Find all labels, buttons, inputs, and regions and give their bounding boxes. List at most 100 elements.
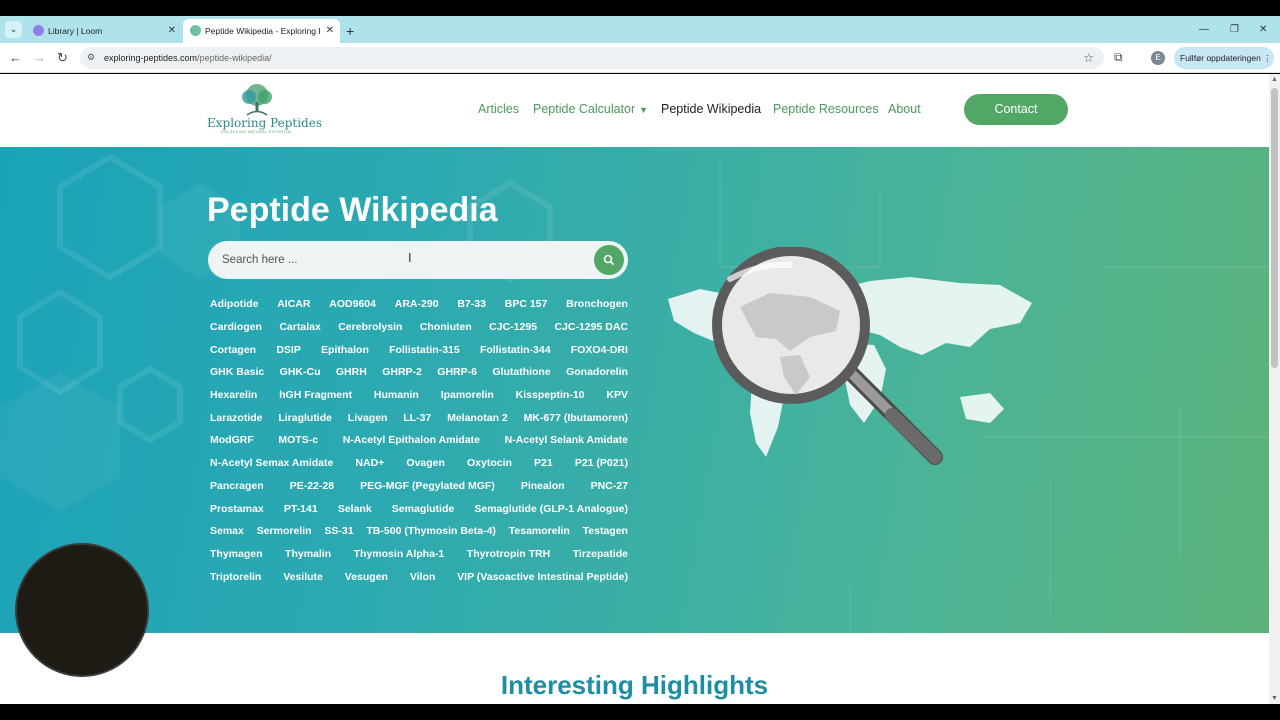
nav-articles[interactable]: Articles: [478, 100, 519, 118]
peptide-tag-link[interactable]: Ovagen: [403, 457, 448, 469]
nav-peptide-resources[interactable]: Peptide Resources: [773, 100, 879, 118]
peptide-tag-link[interactable]: KPV: [603, 389, 631, 401]
peptide-tag-link[interactable]: GHRP-2: [379, 366, 425, 378]
close-window-icon[interactable]: ✕: [1259, 19, 1267, 41]
peptide-tag-link[interactable]: Cerebrolysin: [335, 321, 405, 333]
peptide-tag-link[interactable]: MOTS-c: [275, 434, 321, 446]
nav-peptide-calculator[interactable]: Peptide Calculator ▼: [533, 100, 648, 119]
peptide-tag-link[interactable]: Cortagen: [207, 344, 259, 356]
peptide-tag-link[interactable]: Liraglutide: [275, 412, 335, 424]
peptide-tag-link[interactable]: Ipamorelin: [438, 389, 497, 401]
peptide-tag-link[interactable]: Tirzepatide: [570, 548, 631, 560]
peptide-tag-link[interactable]: Epithalon: [318, 344, 372, 356]
scroll-thumb[interactable]: [1271, 88, 1278, 368]
tab-loom[interactable]: Library | Loom ✕: [26, 19, 182, 43]
peptide-tag-link[interactable]: GHRP-6: [434, 366, 480, 378]
update-button[interactable]: Fullfør oppdateringen ⋮: [1174, 47, 1274, 69]
peptide-tag-link[interactable]: NAD+: [352, 457, 387, 469]
peptide-tag-link[interactable]: Melanotan 2: [444, 412, 511, 424]
peptide-tag-link[interactable]: Tesamorelin: [506, 525, 573, 537]
profile-avatar[interactable]: E: [1151, 51, 1165, 65]
close-tab-icon[interactable]: ✕: [326, 19, 334, 43]
peptide-tag-link[interactable]: LL-37: [400, 412, 434, 424]
peptide-tag-link[interactable]: Humanin: [371, 389, 422, 401]
peptide-tag-link[interactable]: Pinealon: [518, 480, 568, 492]
forward-icon[interactable]: →: [33, 49, 46, 67]
peptide-tag-link[interactable]: Thymalin: [282, 548, 334, 560]
peptide-tag-link[interactable]: N-Acetyl Selank Amidate: [502, 434, 631, 446]
search-input[interactable]: [208, 241, 588, 279]
site-logo[interactable]: Exploring Peptides UNLOCKING NATURAL POT…: [207, 82, 322, 142]
peptide-tag-link[interactable]: Choniuten: [417, 321, 475, 333]
peptide-tag-link[interactable]: hGH Fragment: [276, 389, 355, 401]
peptide-tag-link[interactable]: Gonadorelin: [563, 366, 631, 378]
peptide-tag-link[interactable]: N-Acetyl Semax Amidate: [207, 457, 336, 469]
peptide-tag-link[interactable]: Sermorelin: [254, 525, 315, 537]
webcam-bubble[interactable]: [15, 543, 149, 677]
peptide-tag-link[interactable]: Semax: [207, 525, 247, 537]
tab-search-button[interactable]: ⌄: [5, 21, 22, 38]
peptide-tag-link[interactable]: Vilon: [407, 571, 438, 583]
peptide-tag-link[interactable]: Livagen: [345, 412, 391, 424]
peptide-tag-link[interactable]: Cartalax: [276, 321, 323, 333]
reload-icon[interactable]: ↻: [57, 49, 68, 67]
extensions-icon[interactable]: ⧉: [1114, 50, 1123, 65]
peptide-tag-link[interactable]: DSIP: [273, 344, 304, 356]
peptide-tag-link[interactable]: CJC-1295 DAC: [551, 321, 631, 333]
close-tab-icon[interactable]: ✕: [168, 19, 176, 43]
peptide-tag-link[interactable]: Bronchogen: [563, 298, 631, 310]
peptide-tag-link[interactable]: Hexarelin: [207, 389, 260, 401]
peptide-tag-link[interactable]: GHRH: [333, 366, 370, 378]
nav-peptide-wikipedia[interactable]: Peptide Wikipedia: [661, 100, 761, 118]
search-button[interactable]: [594, 245, 624, 275]
tab-peptide-wikipedia[interactable]: Peptide Wikipedia - Exploring P ✕: [183, 19, 340, 43]
page-scrollbar[interactable]: ▲ ▼: [1269, 74, 1280, 704]
peptide-tag-link[interactable]: CJC-1295: [486, 321, 540, 333]
peptide-tag-link[interactable]: ModGRF: [207, 434, 257, 446]
peptide-tag-link[interactable]: VIP (Vasoactive Intestinal Peptide): [454, 571, 631, 583]
peptide-tag-link[interactable]: TB-500 (Thymosin Beta-4): [363, 525, 499, 537]
scroll-up-icon[interactable]: ▲: [1271, 76, 1278, 83]
peptide-tag-link[interactable]: PNC-27: [588, 480, 631, 492]
peptide-tag-link[interactable]: GHK-Cu: [277, 366, 324, 378]
peptide-tag-link[interactable]: Semaglutide: [389, 503, 457, 515]
peptide-tag-link[interactable]: PT-141: [281, 503, 321, 515]
peptide-tag-link[interactable]: P21 (P021): [572, 457, 631, 469]
peptide-tag-link[interactable]: Thymosin Alpha-1: [351, 548, 448, 560]
peptide-tag-link[interactable]: MK-677 (Ibutamoren): [521, 412, 631, 424]
restore-icon[interactable]: ❐: [1230, 19, 1239, 41]
peptide-tag-link[interactable]: GHK Basic: [207, 366, 267, 378]
peptide-tag-link[interactable]: Thymagen: [207, 548, 266, 560]
peptide-tag-link[interactable]: Semaglutide (GLP-1 Analogue): [471, 503, 631, 515]
peptide-tag-link[interactable]: FOXO4-DRI: [568, 344, 631, 356]
peptide-tag-link[interactable]: Follistatin-344: [477, 344, 554, 356]
peptide-tag-link[interactable]: Pancragen: [207, 480, 267, 492]
peptide-tag-link[interactable]: PE-22-28: [287, 480, 337, 492]
bookmark-star-icon[interactable]: ☆: [1083, 47, 1094, 69]
peptide-tag-link[interactable]: Adipotide: [207, 298, 261, 310]
peptide-tag-link[interactable]: AOD9604: [326, 298, 379, 310]
peptide-tag-link[interactable]: Testagen: [580, 525, 631, 537]
site-info-icon[interactable]: ⚙: [87, 52, 95, 63]
peptide-tag-link[interactable]: Vesilute: [280, 571, 326, 583]
peptide-tag-link[interactable]: P21: [531, 457, 556, 469]
nav-about[interactable]: About: [888, 100, 921, 118]
peptide-tag-link[interactable]: AICAR: [274, 298, 313, 310]
peptide-tag-link[interactable]: Cardiogen: [207, 321, 265, 333]
peptide-tag-link[interactable]: Thyrotropin TRH: [464, 548, 553, 560]
peptide-tag-link[interactable]: ARA-290: [392, 298, 442, 310]
peptide-tag-link[interactable]: Oxytocin: [464, 457, 515, 469]
peptide-tag-link[interactable]: Selank: [335, 503, 375, 515]
peptide-tag-link[interactable]: Triptorelin: [207, 571, 264, 583]
scroll-down-icon[interactable]: ▼: [1271, 695, 1278, 702]
back-icon[interactable]: ←: [9, 49, 22, 67]
peptide-tag-link[interactable]: Prostamax: [207, 503, 267, 515]
url-field[interactable]: ⚙ exploring-peptides.com/peptide-wikiped…: [80, 47, 1104, 69]
peptide-tag-link[interactable]: Follistatin-315: [386, 344, 463, 356]
peptide-tag-link[interactable]: B7-33: [454, 298, 489, 310]
peptide-tag-link[interactable]: N-Acetyl Epithalon Amidate: [340, 434, 483, 446]
peptide-tag-link[interactable]: Larazotide: [207, 412, 266, 424]
peptide-tag-link[interactable]: SS-31: [321, 525, 356, 537]
peptide-tag-link[interactable]: Glutathione: [489, 366, 553, 378]
peptide-tag-link[interactable]: Vesugen: [342, 571, 391, 583]
